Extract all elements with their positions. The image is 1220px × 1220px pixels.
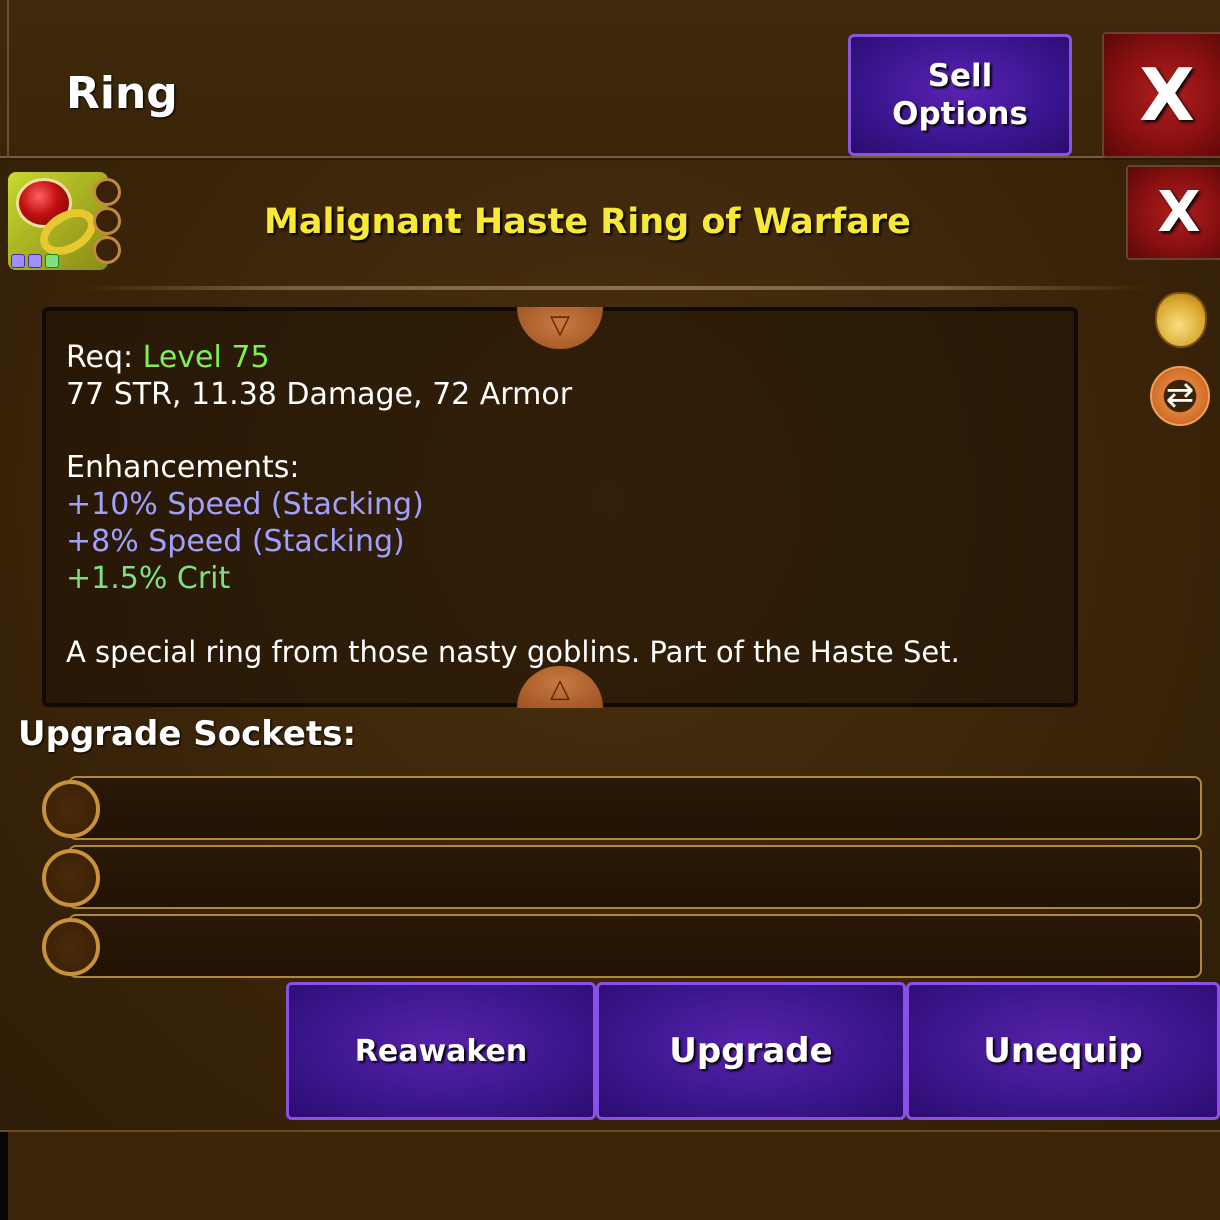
socket-slot[interactable] (68, 776, 1202, 840)
req-label: Req: (66, 340, 134, 375)
empty-socket-icon[interactable] (42, 780, 100, 838)
close-icon: X (1157, 180, 1201, 245)
unequip-button[interactable]: Unequip (906, 982, 1220, 1120)
header-edge (7, 0, 9, 158)
window-title: Ring (66, 68, 178, 119)
sell-label-line1: Sell (927, 58, 993, 94)
socket-slot[interactable] (68, 914, 1202, 978)
close-item-button[interactable]: X (1126, 165, 1220, 260)
socket-slot[interactable] (68, 845, 1202, 909)
close-window-button[interactable]: X (1102, 32, 1220, 158)
reawaken-button[interactable]: Reawaken (286, 982, 596, 1120)
icon-socket-indicator (93, 207, 121, 235)
close-icon: X (1139, 53, 1195, 137)
sell-options-button[interactable]: Sell Options (848, 34, 1072, 156)
empty-socket-icon[interactable] (42, 849, 100, 907)
rarity-pip (45, 254, 59, 268)
chevron-down-icon: ▽ (550, 310, 570, 340)
enhancement-item: +10% Speed (Stacking) (66, 487, 424, 522)
chevron-up-icon: △ (550, 674, 570, 704)
stats-line: 77 STR, 11.38 Damage, 72 Armor (66, 377, 573, 412)
enhancement-item: +1.5% Crit (66, 561, 231, 596)
item-name: Malignant Haste Ring of Warfare (264, 202, 911, 242)
enhancements-title: Enhancements: (66, 450, 300, 485)
enhancement-item: +8% Speed (Stacking) (66, 524, 405, 559)
empty-socket-icon[interactable] (42, 918, 100, 976)
money-bag-icon[interactable] (1155, 292, 1207, 348)
upgrade-button[interactable]: Upgrade (596, 982, 906, 1120)
sell-label-line2: Options (892, 96, 1028, 132)
item-flavor-text: A special ring from those nasty goblins.… (66, 635, 960, 669)
icon-socket-indicator (93, 236, 121, 264)
requirement-line: Req: Level 75 (66, 340, 270, 375)
rarity-pip (11, 254, 25, 268)
req-level: Level 75 (142, 340, 270, 375)
bottom-bar-edge (0, 1132, 8, 1220)
bottom-bar (0, 1130, 1220, 1220)
swap-icon[interactable]: ⇄ (1150, 366, 1210, 426)
divider (80, 286, 1150, 290)
upgrade-sockets-title: Upgrade Sockets: (18, 714, 357, 754)
icon-socket-indicator (93, 178, 121, 206)
rarity-pip (28, 254, 42, 268)
